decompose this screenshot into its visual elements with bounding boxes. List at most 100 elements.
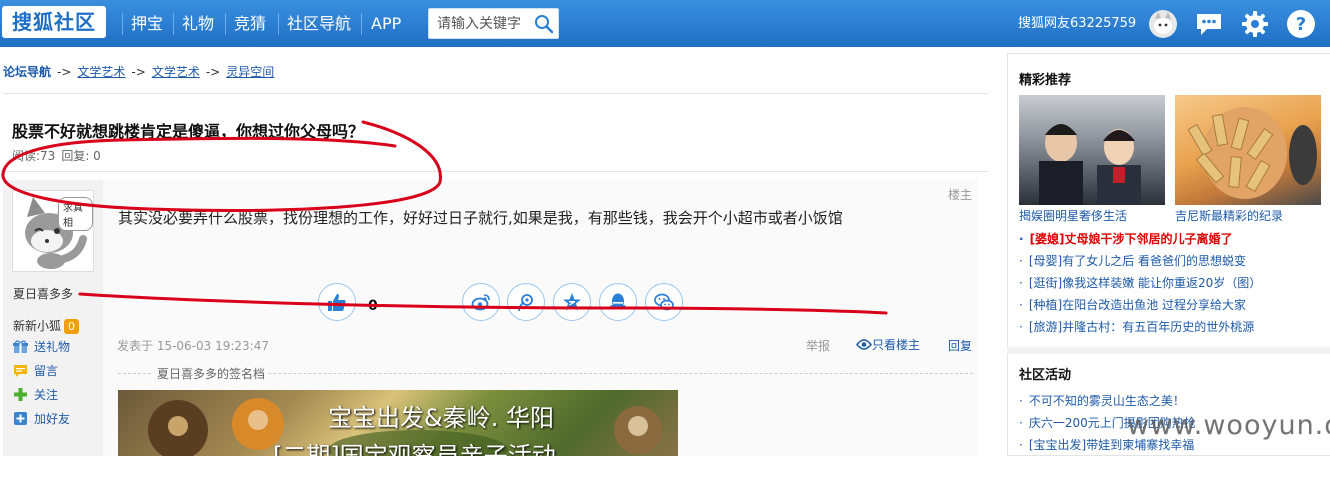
eye-icon [856, 339, 872, 350]
featured-list-text: [母婴]有了女儿之后 看爸爸们的思想蜕变 [1028, 254, 1247, 268]
activity-list-item[interactable]: · 不可不知的雾灵山生态之美！ [1019, 392, 1185, 409]
featured-title: 精彩推荐 [1019, 73, 1072, 88]
featured-list-item[interactable]: · [种植]在阳台改造出鱼池 过程分享给大家 [1019, 296, 1246, 313]
thumbs-up-icon [328, 294, 346, 311]
breadcrumb-item[interactable]: 文学艺术 [152, 65, 200, 79]
search-icon[interactable] [534, 14, 554, 34]
featured-caption-2[interactable]: 吉尼斯最精彩的纪录 [1175, 207, 1283, 224]
like-button[interactable] [318, 283, 356, 321]
level-badge: 0 [64, 319, 80, 334]
reply-link[interactable]: 回复 [948, 337, 972, 354]
qq-penguin-icon [610, 293, 626, 309]
help-icon[interactable]: ? [1286, 9, 1316, 39]
bullet-icon: · [1019, 232, 1024, 246]
breadcrumb-item[interactable]: 文学艺术 [77, 65, 125, 79]
breadcrumb-home[interactable]: 论坛导航 [3, 65, 51, 79]
post-body: 楼主 其实没必要弄什么股票，找份理想的工作，好好过日子就行,如果是我，有那些钱，… [103, 180, 978, 456]
breadcrumb: 论坛导航 -> 文学艺术 -> 文学艺术 -> 灵异空间 [3, 63, 274, 80]
sidebar: 精彩推荐 揭娱圈明星奢侈生活 吉尼斯最精彩的纪录 · [婆媳]丈母娘干涉下邻居的… [1007, 47, 1330, 456]
nav-separator [225, 13, 226, 35]
featured-caption-1[interactable]: 揭娱圈明星奢侈生活 [1019, 207, 1127, 224]
nav-item-gifts[interactable]: 礼物 [182, 0, 214, 47]
post-content: 其实没必要弄什么股票，找份理想的工作，好好过日子就行,如果是我，有那些钱，我会开… [118, 209, 843, 227]
user-avatar-icon[interactable] [1148, 9, 1178, 39]
message-icon [14, 365, 27, 377]
breadcrumb-separator: -> [205, 65, 221, 79]
level-label: 新新小狐 [13, 319, 62, 333]
featured-list-text: [逛街]像我这样装嫩 能让你重返20岁（图） [1028, 276, 1262, 290]
share-wechat-button[interactable] [645, 283, 683, 321]
signature-image[interactable]: 宝宝出发&秦岭. 华阳 [二期]国宝观察员亲子活动 [118, 390, 678, 456]
report-link[interactable]: 举报 [806, 337, 830, 354]
message-bubble-icon[interactable] [1194, 9, 1224, 39]
share-qzone-button[interactable] [553, 283, 591, 321]
divider [3, 171, 988, 172]
nav-separator [173, 13, 174, 35]
featured-list-item[interactable]: · [婆媳]丈母娘干涉下邻居的儿子离婚了 [1019, 230, 1233, 247]
bullet-icon: · [1019, 298, 1023, 312]
bullet-icon: · [1019, 276, 1023, 290]
add-friend-button[interactable]: 加好友 [13, 410, 70, 427]
svg-text:?: ? [1296, 14, 1306, 35]
wechat-icon [654, 293, 674, 311]
clothespins-face-photo-icon [1187, 107, 1317, 199]
celebrity-photo-icon [1039, 124, 1141, 205]
read-count: 阅读:73 [12, 149, 56, 163]
avatar-badge: 求真相 [58, 197, 93, 231]
breadcrumb-separator: -> [57, 65, 72, 79]
follow-label: 关注 [34, 388, 59, 402]
like-count: 0 [368, 298, 378, 314]
search-input[interactable] [429, 9, 529, 38]
current-username[interactable]: 搜狐网友63225759 [1018, 0, 1136, 47]
featured-list-item[interactable]: · [母婴]有了女儿之后 看爸爸们的思想蜕变 [1019, 252, 1246, 269]
follow-button[interactable]: 关注 [13, 386, 58, 403]
bullet-icon: · [1019, 254, 1023, 268]
add-friend-label: 加好友 [34, 412, 71, 426]
share-weibo-button[interactable] [462, 283, 500, 321]
tencent-weibo-icon [518, 294, 533, 312]
only-view-op-link[interactable]: 只看楼主 [856, 336, 920, 353]
top-navigation-bar: 搜狐社区 押宝 礼物 竞猜 社区导航 APP 搜狐网友63225759 [0, 0, 1330, 47]
signature-label: 夏日喜多多的签名档 [153, 365, 270, 382]
add-friend-icon [14, 412, 27, 425]
reply-count: 回复: 0 [61, 149, 101, 163]
post-stats: 阅读:73 回复: 0 [12, 147, 107, 164]
bullet-icon: · [1019, 320, 1023, 334]
watermark: www.wooyun.org [1127, 410, 1330, 441]
featured-image-1[interactable] [1019, 95, 1165, 205]
breadcrumb-separator: -> [131, 65, 146, 79]
featured-list-text: [婆媳]丈母娘干涉下邻居的儿子离婚了 [1029, 232, 1233, 246]
leave-message-label: 留言 [34, 364, 59, 378]
nav-item-guess[interactable]: 竞猜 [234, 0, 266, 47]
featured-list-item[interactable]: · [旅游]井隆古村：有五百年历史的世外桃源 [1019, 318, 1254, 335]
nav-separator [278, 13, 279, 35]
nav-item-app[interactable]: APP [371, 0, 401, 47]
send-gift-label: 送礼物 [34, 340, 71, 354]
featured-image-2[interactable] [1175, 95, 1321, 205]
signature-image-text-2: [二期]国宝观察员亲子活动 [273, 442, 556, 456]
share-qq-button[interactable] [599, 283, 637, 321]
sidebar-divider [1007, 347, 1330, 354]
bullet-icon: · [1019, 416, 1023, 430]
plus-icon [14, 388, 27, 401]
main-content: 论坛导航 -> 文学艺术 -> 文学艺术 -> 灵异空间 股票不好就想跳楼肯定是傻逼，你想过… [0, 47, 990, 456]
bullet-icon: · [1019, 394, 1023, 408]
gear-icon[interactable] [1240, 9, 1270, 39]
post-title: 股票不好就想跳楼肯定是傻逼，你想过你父母吗？ [12, 122, 365, 141]
author-name[interactable]: 夏日喜多多 [13, 285, 73, 302]
avatar[interactable]: 求真相 [12, 190, 94, 272]
qzone-star-icon [563, 293, 581, 311]
nav-item-yabao[interactable]: 押宝 [131, 0, 163, 47]
sohu-community-logo[interactable]: 搜狐社区 [2, 6, 106, 38]
activity-title: 社区活动 [1019, 368, 1072, 383]
weibo-icon [471, 294, 490, 311]
featured-list-item[interactable]: · [逛街]像我这样装嫩 能让你重返20岁（图） [1019, 274, 1261, 291]
only-view-op-label: 只看楼主 [872, 338, 921, 352]
share-tencent-weibo-button[interactable] [507, 283, 545, 321]
leave-message-button[interactable]: 留言 [13, 362, 58, 379]
breadcrumb-item[interactable]: 灵异空间 [226, 65, 274, 79]
send-gift-button[interactable]: 送礼物 [13, 338, 70, 355]
nav-separator [361, 13, 362, 35]
nav-item-community-nav[interactable]: 社区导航 [287, 0, 351, 47]
search-box [428, 8, 559, 39]
